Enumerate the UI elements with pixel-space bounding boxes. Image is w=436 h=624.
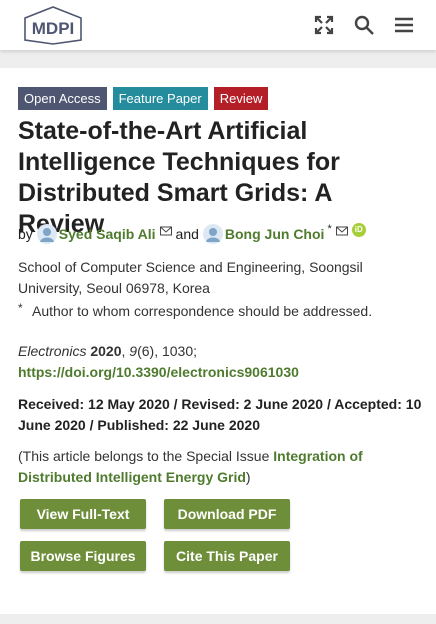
mdpi-logo[interactable]: MDPI <box>19 4 87 46</box>
special-issue-note: (This article belongs to the Special Iss… <box>18 446 423 488</box>
search-icon[interactable] <box>351 12 377 38</box>
correspondence-text: Author to whom correspondence should be … <box>32 303 373 319</box>
top-header: MDPI <box>0 0 436 50</box>
orcid-icon[interactable]: iD <box>351 223 366 237</box>
affiliation: School of Computer Science and Engineeri… <box>18 259 363 296</box>
doi-link[interactable]: https://doi.org/10.3390/electronics90610… <box>18 362 423 383</box>
article-badges: Open Access Feature Paper Review <box>18 87 269 110</box>
author-line: by Syed Saqib Ali and Bong Jun Choi * iD <box>18 223 423 244</box>
cite-paper-button[interactable]: Cite This Paper <box>164 541 290 571</box>
logo-text: MDPI <box>32 19 75 38</box>
author-link-2[interactable]: Bong Jun Choi <box>225 224 325 244</box>
journal-year: 2020 <box>90 343 122 359</box>
author-avatar-icon <box>202 224 223 244</box>
correspondence-note: * Author to whom correspondence should be… <box>18 301 423 323</box>
mail-icon[interactable] <box>335 225 348 237</box>
review-badge: Review <box>213 87 269 110</box>
corresponding-mark: * <box>327 223 332 235</box>
journal-volume: 9 <box>129 343 138 359</box>
feature-paper-badge[interactable]: Feature Paper <box>112 87 208 110</box>
browse-figures-button[interactable]: Browse Figures <box>20 541 146 571</box>
journal-citation: Electronics 2020, 9(6), 1030; https://do… <box>18 341 423 383</box>
expand-icon[interactable] <box>311 12 337 38</box>
open-access-badge[interactable]: Open Access <box>18 87 107 110</box>
view-full-text-button[interactable]: View Full-Text <box>20 499 146 529</box>
journal-issue-page: (6), 1030; <box>137 343 198 359</box>
mail-icon[interactable] <box>159 225 172 237</box>
author-avatar-icon <box>36 224 57 244</box>
journal-name: Electronics <box>18 343 87 359</box>
correspondence-star: * <box>18 301 23 315</box>
download-pdf-button[interactable]: Download PDF <box>164 499 290 529</box>
article-title: State-of-the-Art Artificial Intelligence… <box>18 117 340 238</box>
menu-icon[interactable] <box>391 12 417 38</box>
publication-dates: Received: 12 May 2020 / Revised: 2 June … <box>18 396 422 433</box>
author-link-1[interactable]: Syed Saqib Ali <box>59 224 156 244</box>
special-issue-suffix: ) <box>245 469 251 485</box>
and-label: and <box>175 226 199 242</box>
by-label: by <box>18 226 33 242</box>
special-issue-prefix: (This article belongs to the Special Iss… <box>18 448 274 464</box>
